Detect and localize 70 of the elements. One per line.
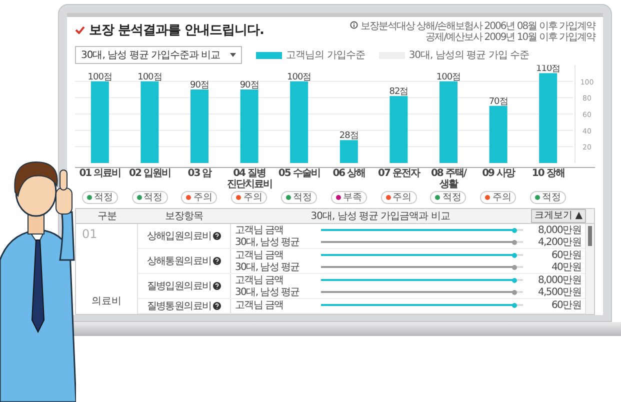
help-icon[interactable]	[213, 257, 222, 265]
status-badge: 적정	[281, 191, 318, 204]
category-label: 03 암	[186, 168, 213, 181]
column-header: 30대, 남성 평균 가입금액과 비교	[310, 210, 451, 223]
category-label: 10 장해	[530, 168, 566, 181]
coverage-item: 질병입원의료비	[146, 280, 212, 293]
amount-label: 30대, 남성 평균	[235, 261, 300, 274]
scrollbar[interactable]	[585, 224, 594, 314]
help-icon[interactable]	[213, 232, 222, 240]
status-badge: 적정	[132, 191, 168, 204]
note-text: 공제/예산보사 2009년 10월 이후 가입계약	[426, 32, 595, 43]
amount-value: 60만원	[550, 249, 581, 262]
category-label: 09 사망	[481, 168, 516, 181]
value-label: 100점	[287, 72, 312, 82]
amount-label: 30대, 남성 평균	[235, 286, 300, 299]
category-label: 04 질병 진단치료비	[226, 168, 273, 190]
category-label: 02 입원비	[128, 168, 172, 181]
value-label: 28점	[339, 131, 358, 142]
amount-label: 30대, 남성 평균	[235, 236, 300, 249]
bar	[340, 140, 358, 163]
value-label: 100점	[88, 72, 112, 82]
help-icon[interactable]	[213, 282, 222, 290]
amount-value: 60만원	[550, 299, 581, 312]
caret-icon	[230, 53, 236, 57]
coverage-item: 상해통원의료비	[146, 255, 212, 268]
help-icon[interactable]	[213, 302, 222, 310]
bar	[489, 106, 508, 163]
status-badge: 적정	[530, 191, 566, 204]
page-title: 보장 분석결과를 안내드립니다.	[89, 22, 264, 39]
coverage-item: 질병통원의료비	[146, 300, 212, 313]
expand-button[interactable]: 크게보기 ▲	[530, 209, 586, 223]
value-label: 100점	[436, 72, 461, 82]
category-label: 06 상해	[332, 168, 366, 181]
value-label: 100점	[138, 72, 162, 82]
amount-label: 고객님 금액	[235, 249, 284, 262]
group-number: 01	[81, 227, 98, 241]
value-label: 90점	[190, 80, 209, 90]
group-name: 의료비	[92, 295, 122, 308]
bar	[390, 96, 408, 163]
info-icon	[350, 21, 358, 29]
status-badge: 주의	[231, 191, 268, 204]
value-label: 90점	[240, 80, 259, 90]
status-badge: 적정	[82, 191, 118, 204]
amount-label: 고객님 금액	[235, 274, 284, 287]
category-label: 08 주택/생활	[430, 168, 468, 190]
value-label: 82점	[389, 87, 408, 98]
amount-value: 8,000만원	[536, 224, 581, 237]
status-badge: 주의	[480, 191, 516, 204]
column-header: 구분	[96, 210, 118, 223]
amount-label: 고객님 금액	[235, 224, 284, 237]
amount-value: 4,200만원	[536, 236, 581, 249]
status-badge: 부족	[330, 191, 367, 204]
legend-label: 고객님의 가입수준	[286, 49, 365, 62]
compare-dropdown[interactable]: 30대, 남성 평균 가입수준과 비교	[75, 46, 242, 64]
coverage-item: 상해입원의료비	[146, 230, 212, 243]
column-header: 보장항목	[164, 210, 204, 223]
status-badge: 적정	[430, 191, 466, 204]
status-badge: 주의	[380, 191, 417, 204]
amount-label: 고객님 금액	[235, 299, 284, 312]
value-label: 70점	[488, 96, 508, 107]
amount-value: 4,500만원	[536, 286, 581, 299]
category-label: 01 의료비	[78, 168, 122, 181]
amount-value: 40만원	[550, 261, 581, 274]
check-icon	[75, 26, 85, 34]
status-badge: 주의	[181, 191, 218, 204]
category-label: 05 수술비	[277, 168, 321, 181]
amount-value: 8,000만원	[536, 274, 581, 287]
note-text: 보장분석대상 상해/손해보험사 2006년 08월 이후 가입계약	[360, 21, 595, 32]
legend-label: 30대, 남성의 평균 가입 수준	[408, 49, 529, 62]
category-label: 07 운전자	[376, 168, 421, 181]
